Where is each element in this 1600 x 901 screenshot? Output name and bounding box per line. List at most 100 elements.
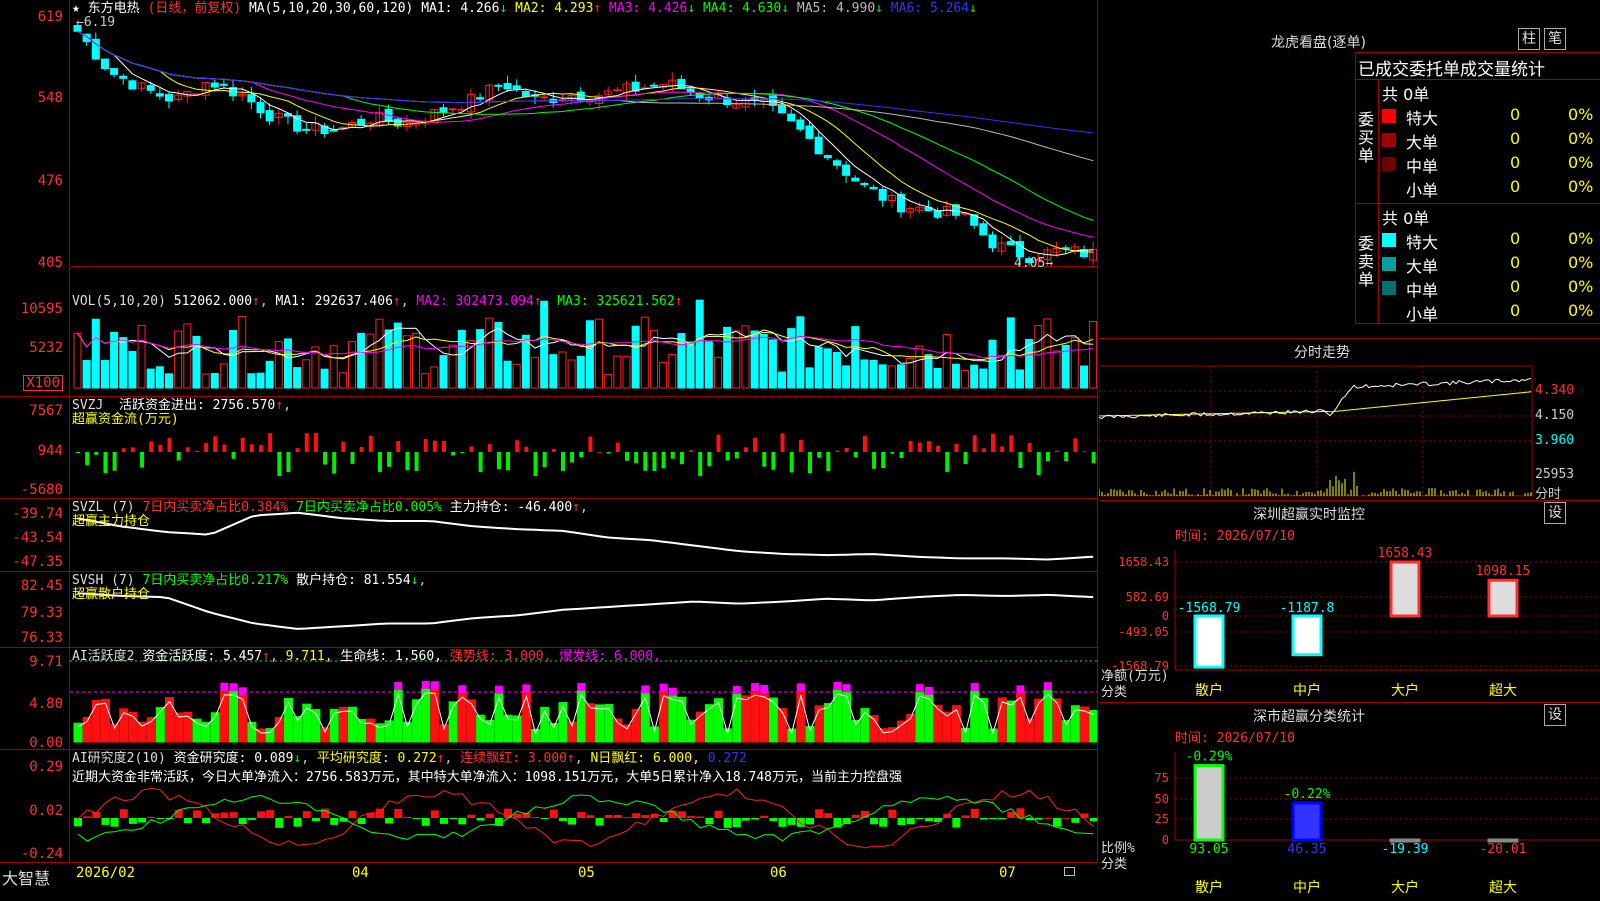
fund-flow-bar	[268, 433, 273, 452]
chart-mode[interactable]: (日线，前复权)	[148, 1, 242, 16]
ai2-pane	[74, 787, 1098, 849]
volume-bar	[814, 346, 823, 389]
axis-label: 分类	[1101, 857, 1127, 872]
volume-bar	[558, 351, 567, 389]
fund-flow-bar	[277, 452, 282, 476]
burst-marker	[760, 685, 769, 694]
fund-flow-bar	[377, 452, 382, 472]
price-tick: 619	[37, 9, 63, 25]
order-qty: 0	[1510, 277, 1521, 296]
activity-bar	[823, 702, 833, 743]
burst-marker	[833, 681, 842, 690]
volume-bar	[933, 367, 942, 389]
minute-chart[interactable]	[1099, 362, 1600, 498]
svzl-pane	[77, 511, 1094, 561]
svzl-tick: -47.35	[12, 554, 63, 570]
burst-marker	[842, 684, 851, 693]
research-bar	[769, 818, 778, 822]
volume-bar	[970, 364, 979, 389]
research-bar	[824, 813, 833, 818]
candle	[979, 223, 988, 236]
candle	[146, 85, 155, 91]
vol-ma3: MA3: 325621.562	[557, 294, 675, 309]
fund-flow-bar	[597, 451, 602, 453]
fund-flow-bar	[94, 452, 99, 455]
lock-icon[interactable]	[1064, 867, 1075, 876]
research-bar	[156, 818, 165, 819]
ma-line	[77, 30, 1094, 221]
main-chart[interactable]	[70, 0, 1098, 862]
volume-bar	[210, 372, 219, 389]
burst-marker	[659, 683, 668, 692]
candle	[521, 91, 530, 97]
activity-bar	[897, 720, 906, 743]
volume-bar	[393, 322, 402, 389]
volume-bar	[823, 348, 832, 389]
volume-bar	[942, 333, 951, 389]
fund-flow-bar	[954, 444, 959, 452]
research-bar	[421, 818, 430, 826]
svzj-pane	[76, 432, 1096, 477]
candlestick-pane	[73, 24, 1098, 267]
research-bar	[321, 808, 330, 818]
candle	[219, 83, 228, 86]
svsh-tick: 79.33	[20, 605, 63, 621]
ai2-note: 近期大资金非常活跃，今日大单净流入：2756.583万元，其中特大单净流入：10…	[72, 770, 903, 785]
bar-mode-button[interactable]: 柱	[1518, 28, 1540, 50]
ma-value: MA5: 4.990	[789, 1, 876, 16]
pen-mode-button[interactable]: 笔	[1544, 28, 1566, 50]
fund-flow-bar	[981, 448, 986, 452]
svzl-name: SVZL (7)	[72, 500, 135, 515]
research-bar	[238, 818, 247, 825]
activity-bar	[1089, 709, 1098, 743]
burst-marker	[238, 687, 247, 696]
fund-flow-bar	[890, 452, 895, 454]
burst-marker	[732, 686, 741, 695]
volume-bar	[256, 372, 265, 389]
volume-bar	[869, 359, 878, 389]
bar-pct-label: 93.05	[1189, 842, 1228, 857]
date-label: 06	[770, 865, 787, 881]
fund-flow-bar	[908, 440, 913, 452]
legend-swatch	[1382, 181, 1396, 195]
sz-class-settings-button[interactable]: 设	[1544, 704, 1566, 726]
activity-bar	[219, 690, 229, 743]
fund-flow-bar	[716, 434, 721, 452]
fund-flow-bar	[478, 452, 483, 473]
svsh-name: SVSH (7)	[72, 573, 135, 588]
ai2-nday: N日飘红: 6.000,	[590, 751, 700, 766]
research-bar	[257, 811, 265, 818]
stock-name[interactable]: 东方电热	[88, 1, 140, 16]
research-bar	[732, 818, 741, 828]
fund-flow-bar	[240, 437, 245, 452]
volume-bar	[851, 326, 860, 389]
research-bar	[989, 818, 997, 820]
axis-label: 比例%	[1101, 841, 1135, 856]
fund-flow-bar	[487, 443, 492, 452]
activity-bar	[842, 691, 852, 743]
candle	[832, 160, 841, 166]
activity-bar	[348, 706, 357, 743]
sz-class-chart: 75 50 25 0 比例%分类 -0.29% 散户 -0.22% 中户 大户 超大 93.05 46.…	[1101, 750, 1599, 896]
sz-class-title: 深市超赢分类统计	[1253, 709, 1365, 725]
category-bar	[1389, 560, 1421, 618]
volume-bar	[119, 337, 128, 389]
research-bar	[961, 815, 970, 818]
candle	[823, 155, 832, 159]
bar-value-label: -0.22%	[1284, 787, 1331, 802]
ai2-header: AI研究度2(10) 资金研究度: 0.089↓, 平均研究度: 0.272↑,…	[72, 751, 747, 766]
ma-header: ★ 东方电热 (日线，前复权) MA(5,10,20,30,60,120) MA…	[72, 1, 977, 16]
fund-flow-bar	[707, 452, 712, 467]
candle	[1080, 249, 1088, 258]
research-bar	[1062, 817, 1071, 819]
app-logo[interactable]: 大智慧	[2, 865, 50, 889]
volume-bar	[503, 360, 512, 389]
order-size-label: 小单	[1406, 305, 1439, 324]
candle	[329, 129, 338, 132]
bar-pct-label: -20.01	[1480, 842, 1527, 857]
candle	[210, 82, 219, 88]
fund-flow-bar	[323, 452, 328, 465]
sz-monitor-settings-button[interactable]: 设	[1544, 502, 1566, 524]
volume-bar	[128, 350, 137, 389]
fund-flow-bar	[817, 452, 822, 458]
